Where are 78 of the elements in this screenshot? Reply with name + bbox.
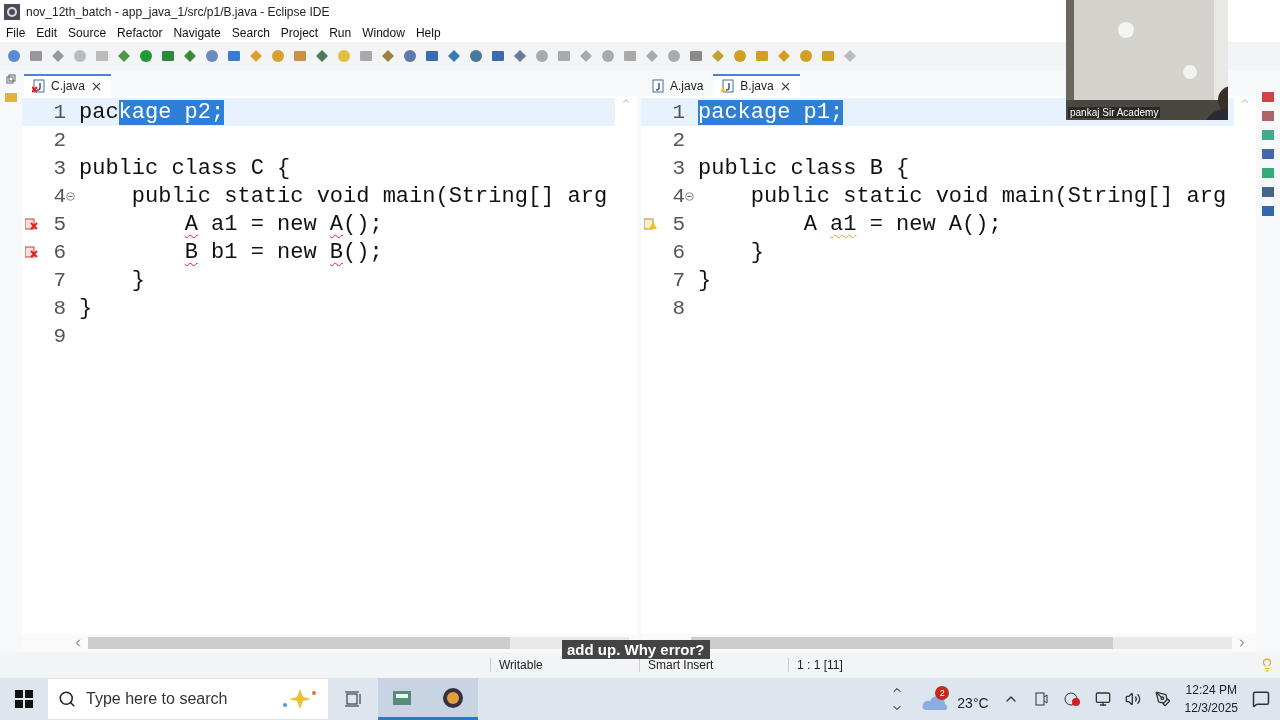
view-icon[interactable] <box>1261 185 1275 199</box>
fold-icon[interactable] <box>66 191 75 201</box>
menu-item[interactable]: Help <box>415 26 441 40</box>
menu-item[interactable]: Search <box>231 26 270 40</box>
menu-item[interactable]: Navigate <box>173 26 221 40</box>
line-number: 2 <box>52 128 66 152</box>
scrollbar-thumb[interactable] <box>88 637 510 649</box>
editor-tab[interactable]: A.java <box>643 74 712 96</box>
view-icon[interactable] <box>1261 90 1275 104</box>
menu-item[interactable]: File <box>6 26 26 40</box>
menu-item[interactable]: Refactor <box>117 26 163 40</box>
restore-icon[interactable] <box>6 74 16 84</box>
taskbar-button[interactable] <box>428 678 478 720</box>
line-number: 6 <box>671 240 685 264</box>
line-number: 6 <box>52 240 66 264</box>
line-number: 8 <box>52 296 66 320</box>
code-line: public static void main(String[] arg <box>130 183 608 209</box>
package-explorer-icon[interactable] <box>4 90 18 104</box>
view-icon[interactable] <box>1261 166 1275 180</box>
line-number: 7 <box>52 268 66 292</box>
eclipse-logo-icon <box>4 4 20 20</box>
code-line: public class B { <box>698 155 910 181</box>
task-view-icon[interactable] <box>344 691 362 707</box>
cloud-icon[interactable] <box>921 694 950 712</box>
participant-name: pankaj Sir Academy <box>1068 107 1161 118</box>
code-line: B b1 = new B(); <box>183 239 383 265</box>
clock[interactable]: 12:24 PM 12/3/2025 <box>1184 683 1238 715</box>
code-line: } <box>79 295 93 321</box>
editor-tab[interactable]: C.java <box>24 74 111 96</box>
line-number: 2 <box>671 128 685 152</box>
code-line: public class C { <box>79 155 291 181</box>
fold-icon[interactable] <box>685 191 694 201</box>
menu-item[interactable]: Window <box>362 26 405 40</box>
menu-item[interactable]: Project <box>280 26 319 40</box>
view-icon[interactable] <box>1261 147 1275 161</box>
line-number: 4 <box>52 184 66 208</box>
temperature-text[interactable]: 23°C <box>957 695 989 711</box>
code-line: A a1 = new A(); <box>802 211 1002 237</box>
editor-tab[interactable]: B.java <box>713 74 800 96</box>
code-line: } <box>749 239 764 265</box>
line-number: 4 <box>671 184 685 208</box>
line-number: 1 <box>52 100 66 124</box>
scroll-up-icon[interactable] <box>1240 96 1250 106</box>
code-line: public static void main(String[] arg <box>749 183 1227 209</box>
view-icon[interactable] <box>1261 109 1275 123</box>
gear-logo-icon <box>441 685 465 710</box>
line-number: 1 <box>671 100 685 124</box>
scroll-up-icon[interactable] <box>621 96 631 106</box>
view-icon[interactable] <box>1261 204 1275 218</box>
menu-item[interactable]: Run <box>329 26 352 40</box>
search-field[interactable]: Type here to search <box>48 679 328 719</box>
notifications-icon[interactable] <box>1252 690 1270 708</box>
line-number: 3 <box>52 156 66 180</box>
meet-icon[interactable] <box>1032 691 1049 707</box>
menu-item[interactable]: Source <box>68 26 107 40</box>
volume-icon[interactable] <box>1124 691 1141 707</box>
windows-logo-icon[interactable] <box>15 690 33 708</box>
window-title: nov_12th_batch - app_java_1/src/p1/B.java - Eclipse IDE <box>26 5 330 19</box>
menu-item[interactable]: Edit <box>36 26 58 40</box>
line-number: 3 <box>671 156 685 180</box>
line-number: 9 <box>52 324 66 348</box>
line-number: 5 <box>52 212 66 236</box>
lightbulb-icon[interactable] <box>1260 658 1274 672</box>
cloud-error-icon[interactable] <box>1062 691 1081 707</box>
pen-icon[interactable] <box>1154 691 1171 707</box>
caption-text: add up. Why error? <box>562 640 710 659</box>
network-icon[interactable] <box>1094 691 1111 707</box>
line-number: 8 <box>671 296 685 320</box>
line-number: 7 <box>671 268 685 292</box>
taskbar-button[interactable] <box>378 678 428 720</box>
code-line: A a1 = new A(); <box>183 211 383 237</box>
code-line: } <box>698 267 712 293</box>
view-icon[interactable] <box>1261 128 1275 142</box>
notification-badge: 2 <box>935 686 950 700</box>
status-text: 1 : 1 [11] <box>788 658 947 672</box>
code-line: package p2; <box>79 99 225 125</box>
code-line: } <box>130 267 145 293</box>
line-number: 5 <box>671 212 685 236</box>
